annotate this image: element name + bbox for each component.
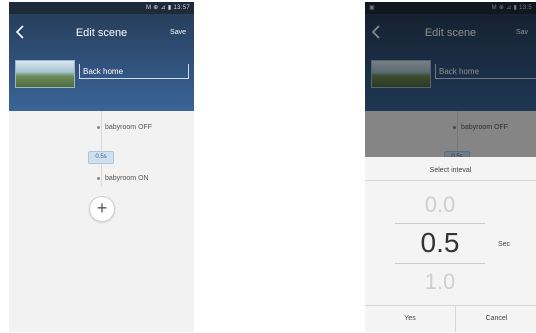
status-time: 13:57 [173, 5, 190, 11]
divider [365, 180, 536, 181]
page-title: Edit scene [75, 27, 128, 39]
action-label: babyroom ON [105, 175, 149, 182]
action-label: babyroom OFF [105, 124, 153, 131]
scene-name-input[interactable]: Back home [79, 64, 189, 79]
bullet-icon [97, 176, 100, 180]
yes-button[interactable]: Yes [365, 306, 455, 332]
unit-label: Sec [498, 241, 511, 248]
picker-option-prev[interactable]: 0.0 [365, 192, 515, 218]
action-item[interactable]: babyroom ON [97, 175, 149, 182]
dialog-buttons: Yes Cancel [365, 305, 536, 332]
picker-option-next[interactable]: 1.0 [365, 269, 515, 295]
picker-divider [395, 263, 485, 264]
bullet-icon [97, 125, 100, 129]
select-interval-dialog: Select inteval 0.0 0.5 1.0 Sec Yes Cance… [365, 157, 536, 332]
save-button[interactable]: Save [170, 29, 186, 36]
status-indicators: M ⊕ ⊿ ▮ 13:57 [146, 4, 190, 11]
cancel-button[interactable]: Cancel [455, 306, 536, 332]
interval-badge[interactable]: 0.5s [88, 151, 114, 164]
signal-icons: M ⊕ ⊿ ▮ [146, 5, 172, 11]
scene-timeline: babyroom OFF 0.5s babyroom ON + [9, 111, 194, 332]
add-action-button[interactable]: + [89, 196, 115, 222]
scene-thumbnail[interactable] [15, 60, 75, 88]
status-bar: M ⊕ ⊿ ▮ 13:57 [9, 2, 194, 14]
edit-scene-screen: M ⊕ ⊿ ▮ 13:57 Edit scene Save Back home … [9, 2, 194, 332]
scene-header: Edit scene Save Back home [9, 14, 194, 111]
select-interval-screen: ▣ M ⊕ ⊿ ▮ 13:5 Edit scene Sav Back home … [365, 2, 536, 332]
picker-divider [395, 223, 485, 224]
dialog-title: Select inteval [429, 167, 472, 174]
picker-option-selected[interactable]: 0.5 [365, 227, 515, 259]
action-item[interactable]: babyroom OFF [97, 124, 152, 131]
